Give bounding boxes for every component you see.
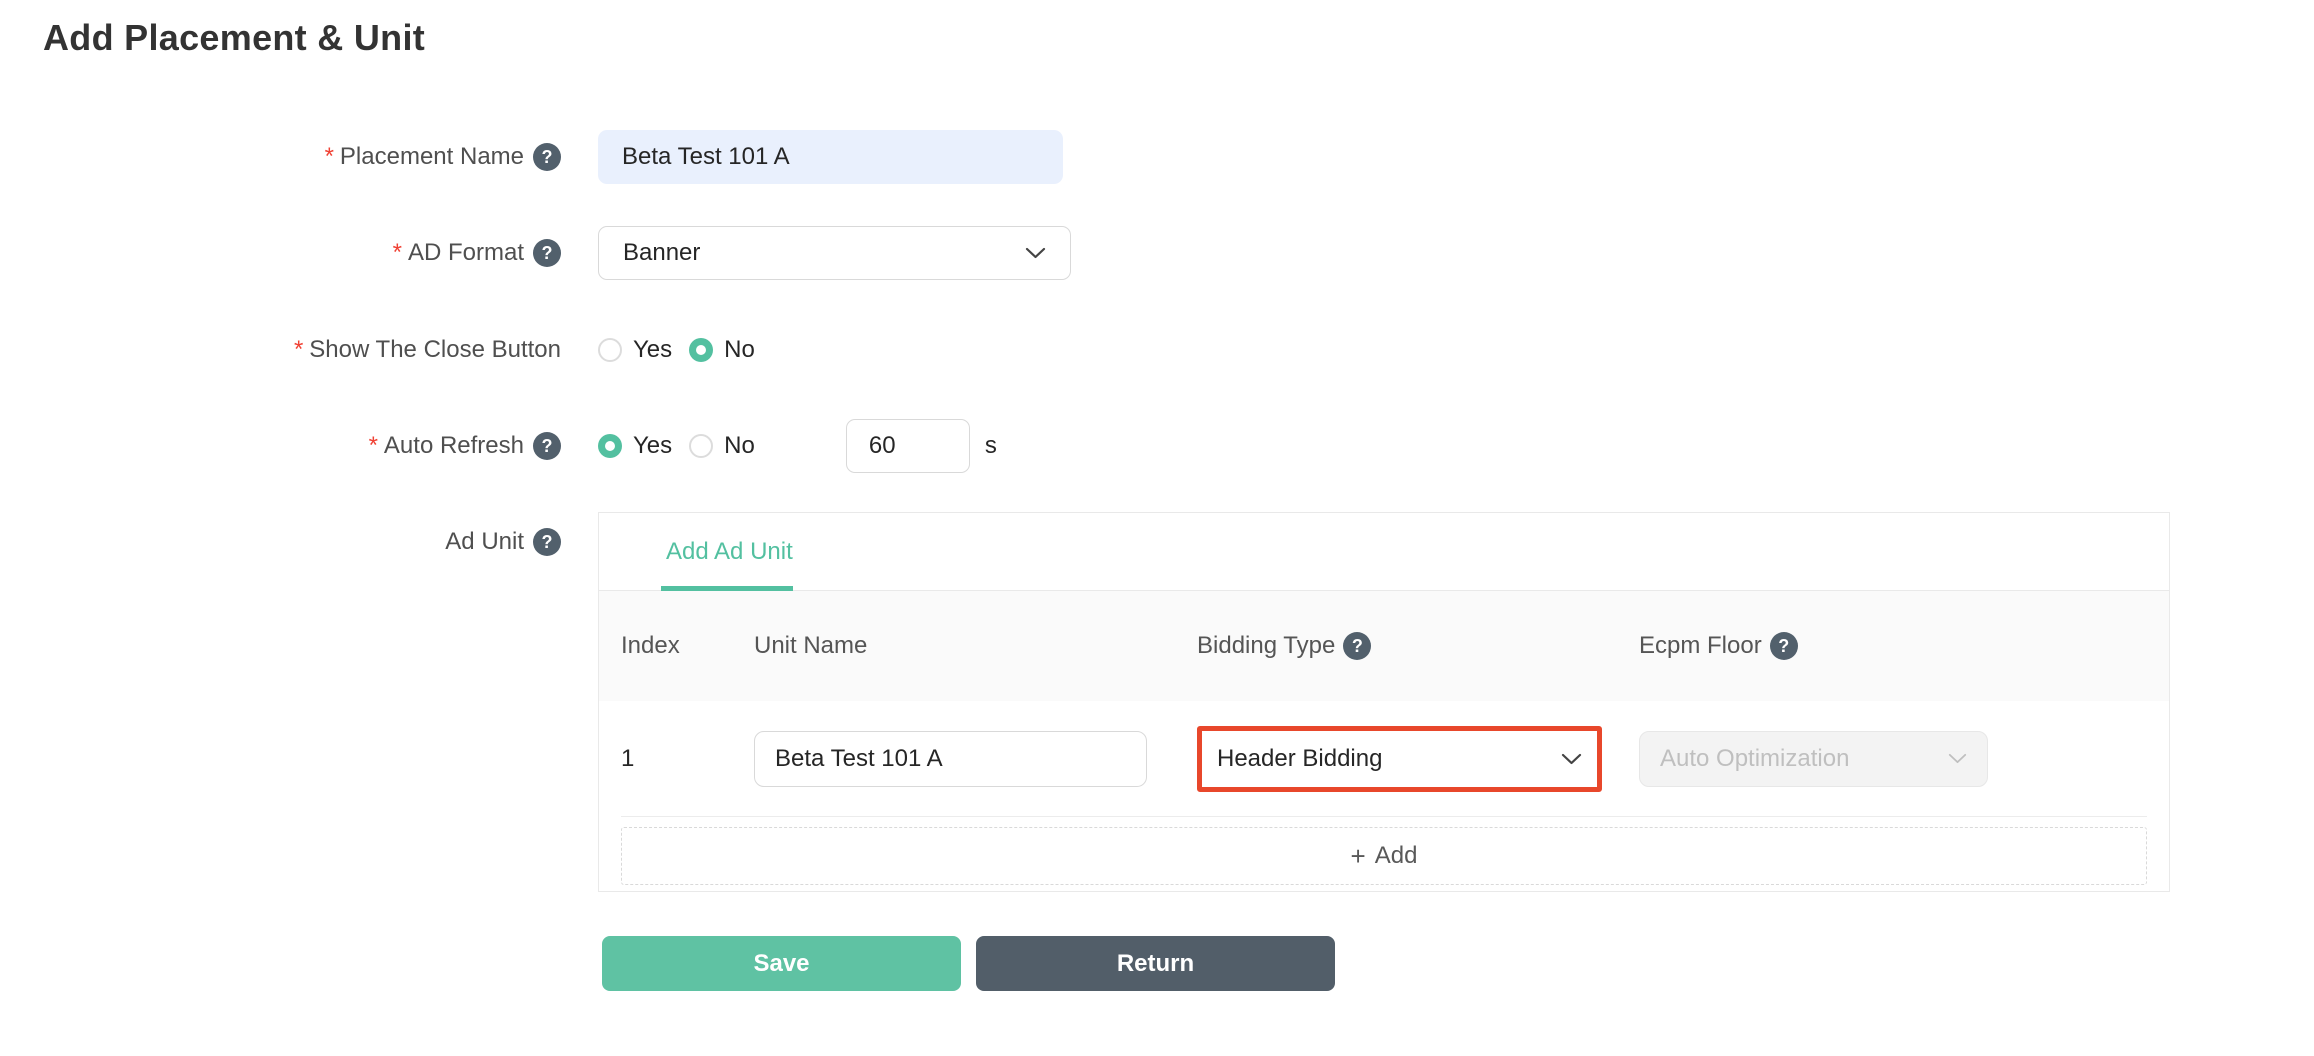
ecpm-floor-select-disabled[interactable]: Auto Optimization (1639, 731, 1988, 787)
bidding-type-select[interactable]: Header Bidding (1202, 731, 1597, 787)
bidding-type-value: Header Bidding (1217, 745, 1382, 773)
column-header-bidding-type: Bidding Type ? (1197, 632, 1639, 660)
unit-name-input[interactable] (754, 731, 1147, 787)
column-header-ecpm-floor: Ecpm Floor ? (1639, 632, 2169, 660)
help-icon[interactable]: ? (533, 432, 561, 460)
help-icon[interactable]: ? (1343, 632, 1371, 660)
ad-format-row: * AD Format ? Banner (43, 226, 2314, 280)
refresh-interval-input[interactable] (846, 419, 970, 473)
show-close-button-label: * Show The Close Button (43, 336, 561, 364)
radio-checked-icon (598, 434, 622, 458)
column-header-unit-name: Unit Name (754, 632, 1197, 660)
add-ad-unit-button[interactable]: + Add (621, 827, 2147, 885)
radio-checked-icon (689, 338, 713, 362)
plus-icon: + (1351, 841, 1366, 872)
help-icon[interactable]: ? (533, 528, 561, 556)
return-button[interactable]: Return (976, 936, 1335, 991)
chevron-down-icon (1948, 753, 1967, 764)
auto-refresh-radio-group: Yes No (598, 432, 755, 460)
ad-unit-label: Ad Unit ? (43, 512, 561, 556)
ad-unit-panel: Add Ad Unit Index Unit Name Bidding Type… (598, 512, 2170, 892)
chevron-down-icon (1025, 247, 1046, 259)
help-icon[interactable]: ? (533, 239, 561, 267)
ad-format-select[interactable]: Banner (598, 226, 1071, 280)
ecpm-floor-value: Auto Optimization (1660, 745, 1849, 773)
interval-unit-label: s (985, 432, 997, 460)
tab-add-ad-unit[interactable]: Add Ad Unit (666, 538, 793, 566)
help-icon[interactable]: ? (1770, 632, 1798, 660)
radio-unchecked-icon (689, 434, 713, 458)
show-close-no-radio[interactable]: No (689, 336, 755, 364)
required-icon: * (393, 239, 402, 267)
ad-format-value: Banner (623, 239, 700, 267)
ad-format-label: * AD Format ? (43, 239, 561, 267)
radio-unchecked-icon (598, 338, 622, 362)
auto-refresh-row: * Auto Refresh ? Yes No s (43, 419, 2314, 473)
placement-name-input[interactable] (598, 130, 1063, 184)
auto-refresh-yes-radio[interactable]: Yes (598, 432, 672, 460)
placement-name-label: * Placement Name ? (43, 143, 561, 171)
ad-unit-row: Ad Unit ? Add Ad Unit Index Unit Name Bi… (43, 512, 2314, 892)
placement-name-row: * Placement Name ? (43, 130, 2314, 184)
show-close-button-row: * Show The Close Button Yes No (43, 335, 2314, 365)
bidding-type-highlight-box: Header Bidding (1197, 726, 1602, 792)
add-placement-page: Add Placement & Unit * Placement Name ? … (0, 0, 2314, 991)
column-header-index: Index (621, 632, 754, 660)
save-button[interactable]: Save (602, 936, 961, 991)
auto-refresh-no-radio[interactable]: No (689, 432, 755, 460)
auto-refresh-label: * Auto Refresh ? (43, 432, 561, 460)
tab-active-indicator (661, 586, 793, 591)
ad-unit-tabs: Add Ad Unit (599, 513, 2169, 591)
page-title: Add Placement & Unit (43, 16, 2314, 60)
help-icon[interactable]: ? (533, 143, 561, 171)
required-icon: * (294, 336, 303, 364)
add-button-label: Add (1375, 842, 1418, 870)
form-actions: Save Return (602, 936, 2314, 991)
required-icon: * (369, 432, 378, 460)
ad-unit-table-row: 1 Header Bidding Auto Optimization (599, 701, 2169, 816)
ad-unit-table-header: Index Unit Name Bidding Type ? Ecpm Floo… (599, 591, 2169, 701)
show-close-button-radio-group: Yes No (598, 336, 755, 364)
chevron-down-icon (1561, 753, 1582, 765)
show-close-yes-radio[interactable]: Yes (598, 336, 672, 364)
row-index-value: 1 (621, 745, 634, 772)
required-icon: * (325, 143, 334, 171)
